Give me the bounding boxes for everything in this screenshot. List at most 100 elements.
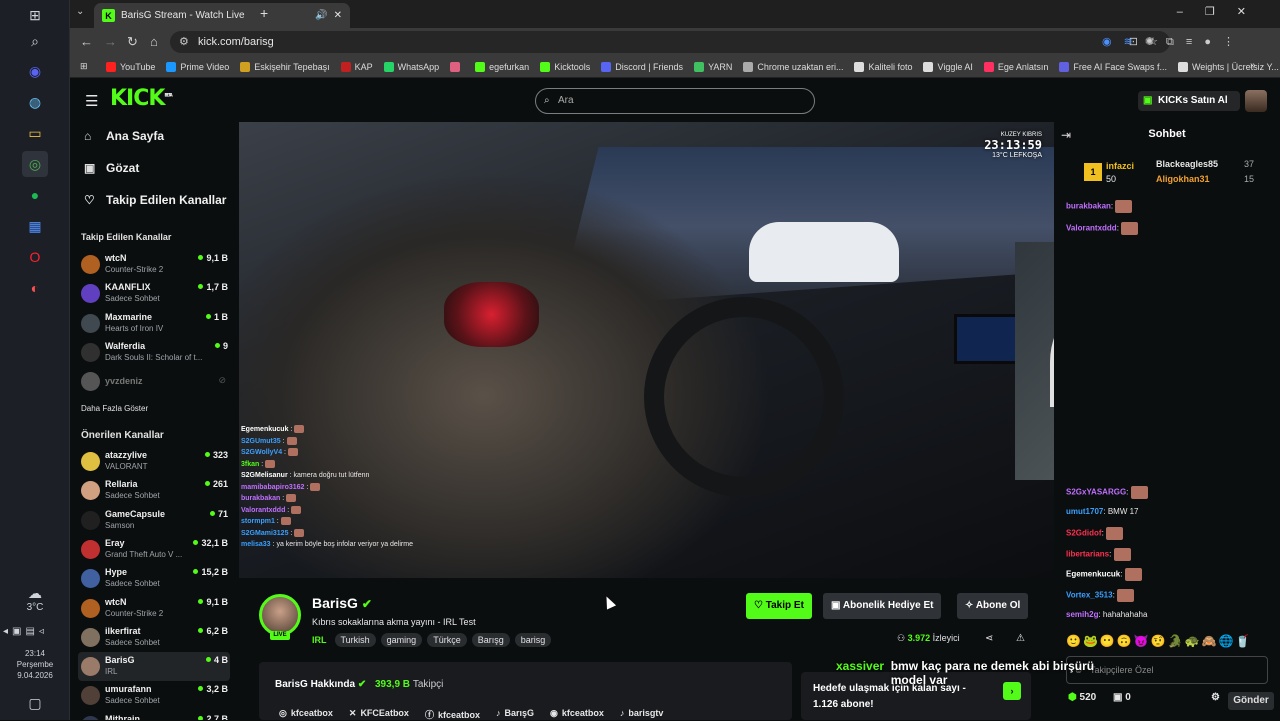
sidebar-channel-eray[interactable]: Eray Grand Theft Auto V ... 32,1 B bbox=[78, 535, 230, 564]
bookmark-item[interactable]: Kaliteli foto bbox=[854, 61, 912, 72]
browser-tab[interactable]: K BarisG Stream - Watch Live 🔊 ✕ bbox=[94, 3, 350, 28]
address-bar[interactable]: ⚙ kick.com/barisg ⊡ ☆ bbox=[170, 31, 1170, 53]
share-icon[interactable]: ⋖ bbox=[985, 633, 993, 644]
sidebar-channel-umurafann[interactable]: umurafann Sadece Sohbet 3,2 B bbox=[78, 681, 230, 710]
forward-icon[interactable]: → bbox=[104, 34, 117, 49]
close-tab-icon[interactable]: ✕ bbox=[334, 10, 342, 21]
chat-username[interactable]: libertarians bbox=[1066, 549, 1109, 558]
bookmark-item[interactable]: Prime Video bbox=[166, 61, 229, 72]
video-player[interactable]: KUZEY KIBRIS 23:13:59 13°C LEFKOŞA Egeme… bbox=[239, 122, 1054, 578]
steam-icon[interactable]: ◍ bbox=[22, 89, 48, 115]
social-link[interactable]: ⓕ kfceatbox bbox=[425, 708, 480, 721]
bookmark-item[interactable]: YARN bbox=[694, 61, 732, 72]
offline-channel[interactable]: yvzdeniz ⊘ bbox=[78, 367, 230, 396]
windows-start-icon[interactable]: ⊞ bbox=[22, 2, 48, 28]
sidebar-channel-maxmarine[interactable]: Maxmarine Hearts of Iron IV 1 B bbox=[78, 309, 230, 338]
back-icon[interactable]: ← bbox=[80, 34, 93, 49]
bookmark-item[interactable]: WhatsApp bbox=[383, 61, 439, 72]
spotify-icon[interactable]: ● bbox=[22, 182, 48, 208]
extension-icon[interactable]: ✺ bbox=[1145, 36, 1166, 48]
nav-following[interactable]: ♡ Takip Edilen Kanallar bbox=[84, 193, 226, 207]
sidebar-channel-ilkerfirat[interactable]: ilkerfirat Sadece Sohbet 6,2 B bbox=[78, 623, 230, 652]
chat-username[interactable]: burakbakan bbox=[1066, 202, 1111, 211]
sidebar-channel-wtcn[interactable]: wtcN Counter-Strike 2 9,1 B bbox=[78, 594, 230, 623]
bookmark-item[interactable]: Free AI Face Swaps f... bbox=[1059, 61, 1167, 72]
calculator-icon[interactable]: ▦ bbox=[22, 213, 48, 239]
tag-pill[interactable]: barisg bbox=[514, 633, 552, 647]
discord-icon[interactable]: ◉ bbox=[22, 58, 48, 84]
gifter-name[interactable]: Blackeagles85 bbox=[1156, 159, 1218, 169]
file-explorer-icon[interactable]: ▭ bbox=[22, 120, 48, 146]
site-info-icon[interactable]: ⚙ bbox=[179, 31, 189, 53]
nav-browse[interactable]: ▣ Gözat bbox=[84, 161, 139, 175]
extension-icon[interactable]: ≋ bbox=[1124, 36, 1145, 48]
opera-icon[interactable]: O bbox=[22, 244, 48, 270]
show-more-link[interactable]: Daha Fazla Göster bbox=[81, 404, 148, 413]
report-icon[interactable]: ⚠ bbox=[1016, 633, 1025, 644]
bookmark-item[interactable] bbox=[450, 61, 464, 72]
tab-list-icon[interactable]: ⌄ bbox=[76, 6, 84, 17]
bookmark-item[interactable]: Chrome uzaktan eri... bbox=[743, 61, 843, 72]
chat-username[interactable]: Egemenkucuk bbox=[1066, 570, 1120, 579]
bookmark-item[interactable]: KAP bbox=[340, 61, 373, 72]
tag-pill[interactable]: Türkçe bbox=[427, 633, 467, 647]
chat-username[interactable]: S2Gdidof bbox=[1066, 529, 1102, 538]
extension-icon[interactable]: ◉ bbox=[1102, 36, 1124, 48]
social-link[interactable]: ◎ kfceatbox bbox=[279, 708, 333, 721]
search-input[interactable]: ⌕ Ara bbox=[535, 88, 815, 114]
gift-sub-button[interactable]: ▣ Abonelik Hediye Et bbox=[823, 593, 942, 619]
bookmark-item[interactable]: Viggle AI bbox=[923, 61, 973, 72]
chat-settings-icon[interactable]: ⚙ bbox=[1211, 692, 1220, 703]
weather-widget[interactable]: ☁ 3°C bbox=[0, 585, 70, 613]
reload-icon[interactable]: ↻ bbox=[127, 34, 138, 50]
streamer-avatar[interactable] bbox=[259, 594, 301, 636]
social-link[interactable]: ♪ BarışG bbox=[496, 708, 534, 721]
chat-username[interactable]: Vortex_3513 bbox=[1066, 591, 1113, 600]
sidebar-channel-kaanflix[interactable]: KAANFLIX Sadece Sohbet 1,7 B bbox=[78, 279, 230, 308]
audio-icon[interactable]: 🔊 bbox=[315, 10, 327, 21]
streamer-name[interactable]: BarisG ✔ bbox=[312, 595, 372, 611]
sidebar-channel-gamecapsule[interactable]: GameCapsule Samson 71 bbox=[78, 506, 230, 535]
subscribe-button[interactable]: ✧ Abone Ol bbox=[957, 593, 1029, 619]
notification-icon[interactable]: ▢ bbox=[22, 690, 48, 716]
sidebar-channel-rellaria[interactable]: Rellaria Sadece Sohbet 261 bbox=[78, 476, 230, 505]
bookmark-item[interactable]: Eskişehir Tepebaşı bbox=[240, 61, 330, 72]
buy-kicks-button[interactable]: ▣ KICKs Satın Al bbox=[1138, 91, 1240, 111]
profile-icon[interactable]: ● bbox=[1204, 36, 1223, 48]
sidebar-channel-walferdia[interactable]: Walferdia Dark Souls II: Scholar of t... 9 bbox=[78, 338, 230, 367]
sidebar-channel-atazzylive[interactable]: atazzylive VALORANT 323 bbox=[78, 447, 230, 476]
sidebar-channel-wtcn[interactable]: wtcN Counter-Strike 2 9,1 B bbox=[78, 250, 230, 279]
chrome-icon[interactable]: ◎ bbox=[22, 151, 48, 177]
more-bookmarks-icon[interactable]: » bbox=[1250, 60, 1256, 71]
chat-username[interactable]: umut1707 bbox=[1066, 507, 1103, 516]
kick-logo[interactable]: KICKBETA bbox=[110, 86, 173, 111]
restore-icon[interactable]: ❐ bbox=[1205, 6, 1237, 18]
kicks-balance-icon[interactable]: ⬢ bbox=[1068, 692, 1077, 703]
sidebar-channel-hype[interactable]: Hype Sadece Sohbet 15,2 B bbox=[78, 564, 230, 593]
tag-pill[interactable]: gaming bbox=[380, 633, 423, 647]
minimize-icon[interactable]: – bbox=[1177, 6, 1205, 18]
app-icon[interactable]: ◐ bbox=[22, 275, 48, 301]
bookmark-item[interactable]: Kicktools bbox=[540, 61, 590, 72]
bookmark-item[interactable]: Ege Anlatsın bbox=[983, 61, 1048, 72]
bookmark-item[interactable]: Weights | Ücretsiz Y... bbox=[1177, 61, 1279, 72]
chat-username[interactable]: semih2g bbox=[1066, 610, 1098, 619]
new-tab-button[interactable]: + bbox=[260, 5, 268, 21]
taskbar-clock[interactable]: 23:14 Perşembe 9.04.2026 bbox=[0, 648, 70, 681]
sidebar-channel-barisg[interactable]: BarisG IRL 4 B bbox=[78, 652, 230, 682]
social-link[interactable]: ♪ barisgtv bbox=[620, 708, 664, 721]
gift-icon[interactable]: ▣ bbox=[1113, 692, 1122, 703]
chat-username[interactable]: Valorantxddd bbox=[1066, 224, 1117, 233]
follow-button[interactable]: ♡ Takip Et bbox=[746, 593, 812, 619]
bookmark-item[interactable]: YouTube bbox=[106, 61, 155, 72]
chat-username[interactable]: S2GxYASARGG bbox=[1066, 488, 1126, 497]
send-button[interactable]: Gönder bbox=[1228, 692, 1274, 710]
social-link[interactable]: ✕ KFCEatbox bbox=[349, 708, 409, 721]
apps-grid-icon[interactable]: ⊞ bbox=[80, 61, 88, 72]
top-gifter-name[interactable]: infazci bbox=[1106, 161, 1134, 171]
system-tray-icons[interactable]: ◂▣▤◃ bbox=[3, 626, 48, 637]
user-avatar[interactable] bbox=[1245, 90, 1267, 112]
home-icon[interactable]: ⌂ bbox=[150, 34, 158, 49]
category-link[interactable]: IRL bbox=[312, 635, 327, 645]
sidebar-channel-mithrain[interactable]: Mithrain 2,7 B bbox=[78, 711, 230, 720]
